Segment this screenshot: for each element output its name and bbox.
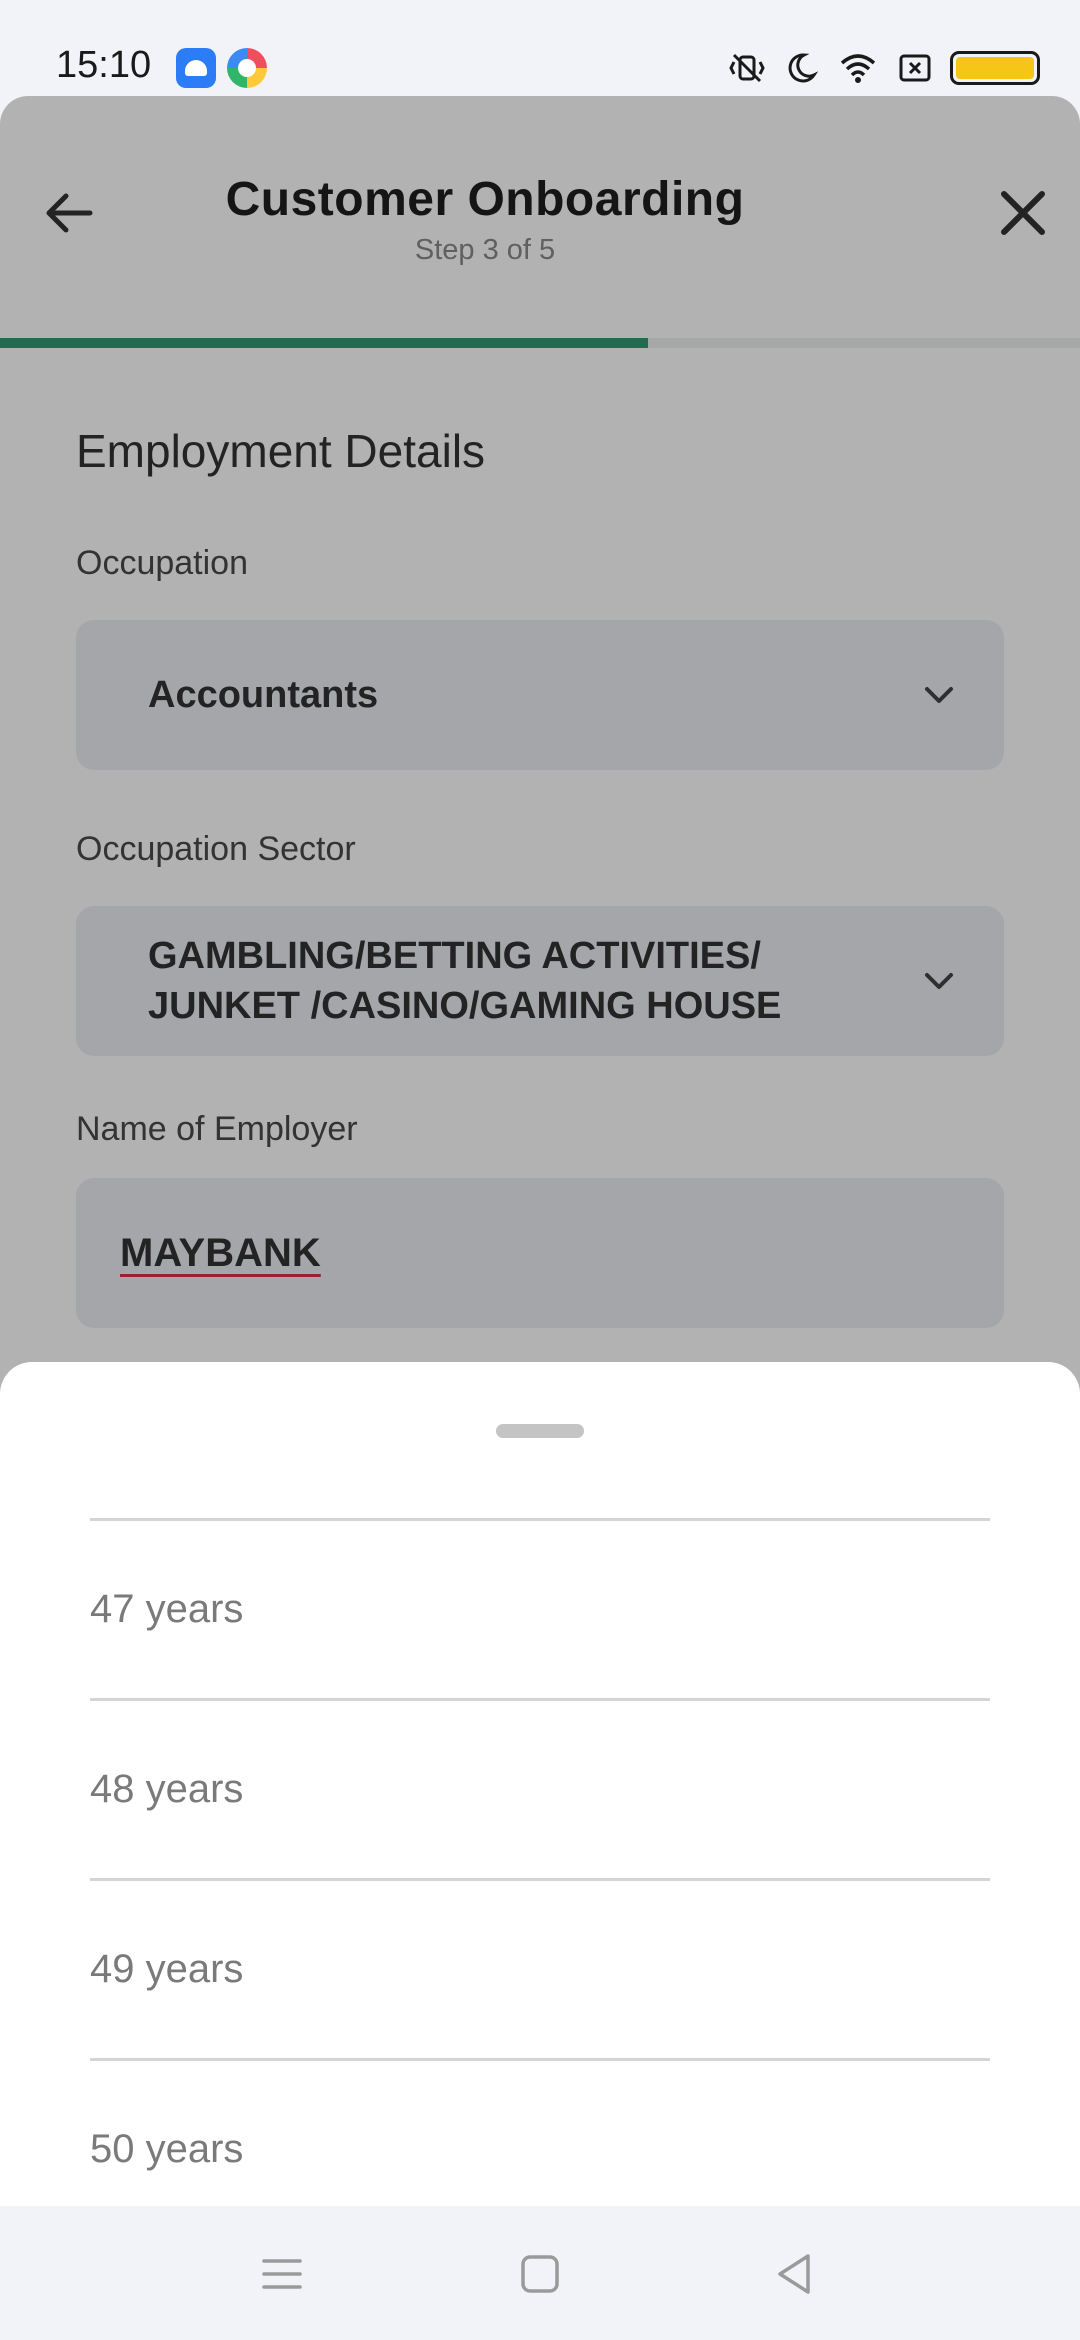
back-icon [778,2254,810,2294]
status-bar: 15:10 [0,0,1080,96]
sim-icon [899,54,931,82]
nav-home-button[interactable] [508,2242,572,2306]
vibrate-icon [729,53,765,83]
wifi-icon [840,54,876,83]
menu-icon [262,2259,302,2289]
android-app-icon [176,48,216,88]
status-time: 15:10 [56,44,152,86]
option-label: 50 years [90,2127,244,2171]
list-item[interactable]: 47 years [90,1518,990,1698]
home-icon [521,2255,559,2293]
status-icons [728,48,1040,88]
battery-icon [950,51,1040,85]
option-label: 49 years [90,1947,244,1991]
option-list: 47 years 48 years 49 years 50 years [90,1518,990,2206]
nav-menu-button[interactable] [250,2242,314,2306]
system-nav-bar [0,2206,1080,2340]
list-item[interactable]: 49 years [90,1878,990,2058]
sheet-drag-handle[interactable] [496,1424,584,1438]
bottom-sheet: 47 years 48 years 49 years 50 years [0,1362,1080,2206]
battery-level [956,57,1034,79]
nav-back-button[interactable] [762,2242,826,2306]
option-label: 48 years [90,1767,244,1811]
browser-app-icon [227,48,267,88]
moon-icon [788,53,819,83]
list-item[interactable]: 48 years [90,1698,990,1878]
option-label: 47 years [90,1587,244,1631]
list-item[interactable]: 50 years [90,2058,990,2206]
